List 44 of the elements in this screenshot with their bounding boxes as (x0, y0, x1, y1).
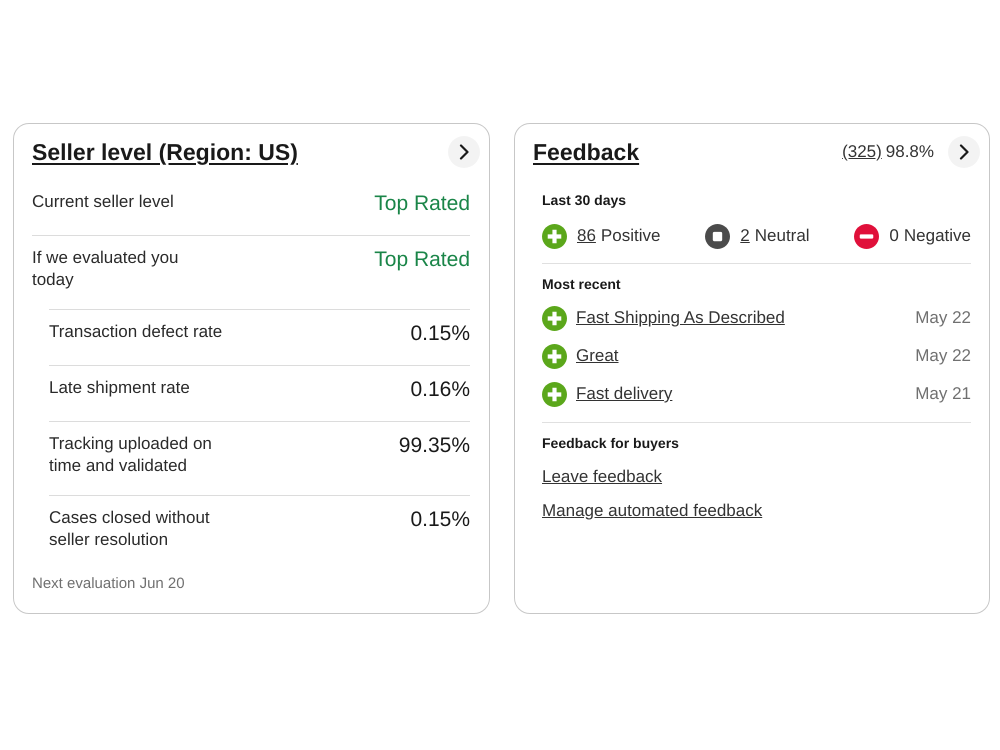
row-label: Current seller level (32, 191, 174, 213)
chevron-right-icon (459, 144, 469, 160)
rating-count: 0 (889, 226, 899, 246)
rating-label: Neutral (754, 226, 810, 246)
minus-circle-icon (854, 224, 880, 248)
section-heading: Most recent (542, 276, 622, 292)
rating-label: Negative (904, 226, 971, 246)
buyer-feedback-link[interactable]: Manage automated feedback (542, 500, 762, 522)
seller-level-value: Top Rated (374, 247, 470, 273)
chevron-button[interactable] (448, 136, 480, 168)
feedback-date: May 22 (915, 346, 971, 366)
buyer-feedback-link[interactable]: Leave feedback (542, 466, 662, 488)
plus-circle-icon (542, 382, 567, 406)
row-label: If we evaluated you today (32, 247, 180, 291)
plus-circle-icon (542, 224, 567, 248)
feedback-date: May 22 (915, 308, 971, 328)
feedback-comment-link[interactable]: Fast Shipping As Described (576, 308, 906, 328)
chevron-button[interactable] (948, 136, 980, 168)
metric-value: 0.15% (410, 507, 470, 533)
feedback-title-link[interactable]: Feedback (533, 137, 640, 167)
feedback-date: May 21 (915, 384, 971, 404)
rating-count-link[interactable]: 2 (740, 226, 750, 246)
plus-circle-icon (542, 344, 567, 368)
row-label: Late shipment rate (49, 377, 190, 399)
row-label: Transaction defect rate (49, 321, 222, 343)
rating-count-link[interactable]: 86 (577, 226, 596, 246)
feedback-score: 98.8% (886, 142, 934, 162)
next-evaluation-text: Next evaluation Jun 20 (32, 575, 186, 593)
seller-level-value: Top Rated (374, 191, 470, 217)
metric-value: 99.35% (398, 433, 470, 459)
section-heading: Feedback for buyers (542, 435, 680, 451)
feedback-count-link[interactable]: (325) (842, 142, 882, 162)
feedback-comment-link[interactable]: Great (576, 346, 906, 366)
square-circle-icon (705, 224, 730, 248)
feedback-comment-link[interactable]: Fast delivery (576, 384, 906, 404)
chevron-right-icon (959, 144, 969, 160)
row-label: Tracking uploaded on time and validated (49, 433, 213, 477)
rating-label: Positive (600, 226, 660, 246)
plus-circle-icon (542, 306, 567, 330)
metric-value: 0.16% (410, 377, 470, 403)
seller-level-title-link[interactable]: Seller level (Region: US) (32, 137, 298, 167)
metric-value: 0.15% (410, 321, 470, 347)
section-heading: Last 30 days (542, 192, 628, 208)
row-label: Cases closed without seller resolution (49, 507, 211, 551)
